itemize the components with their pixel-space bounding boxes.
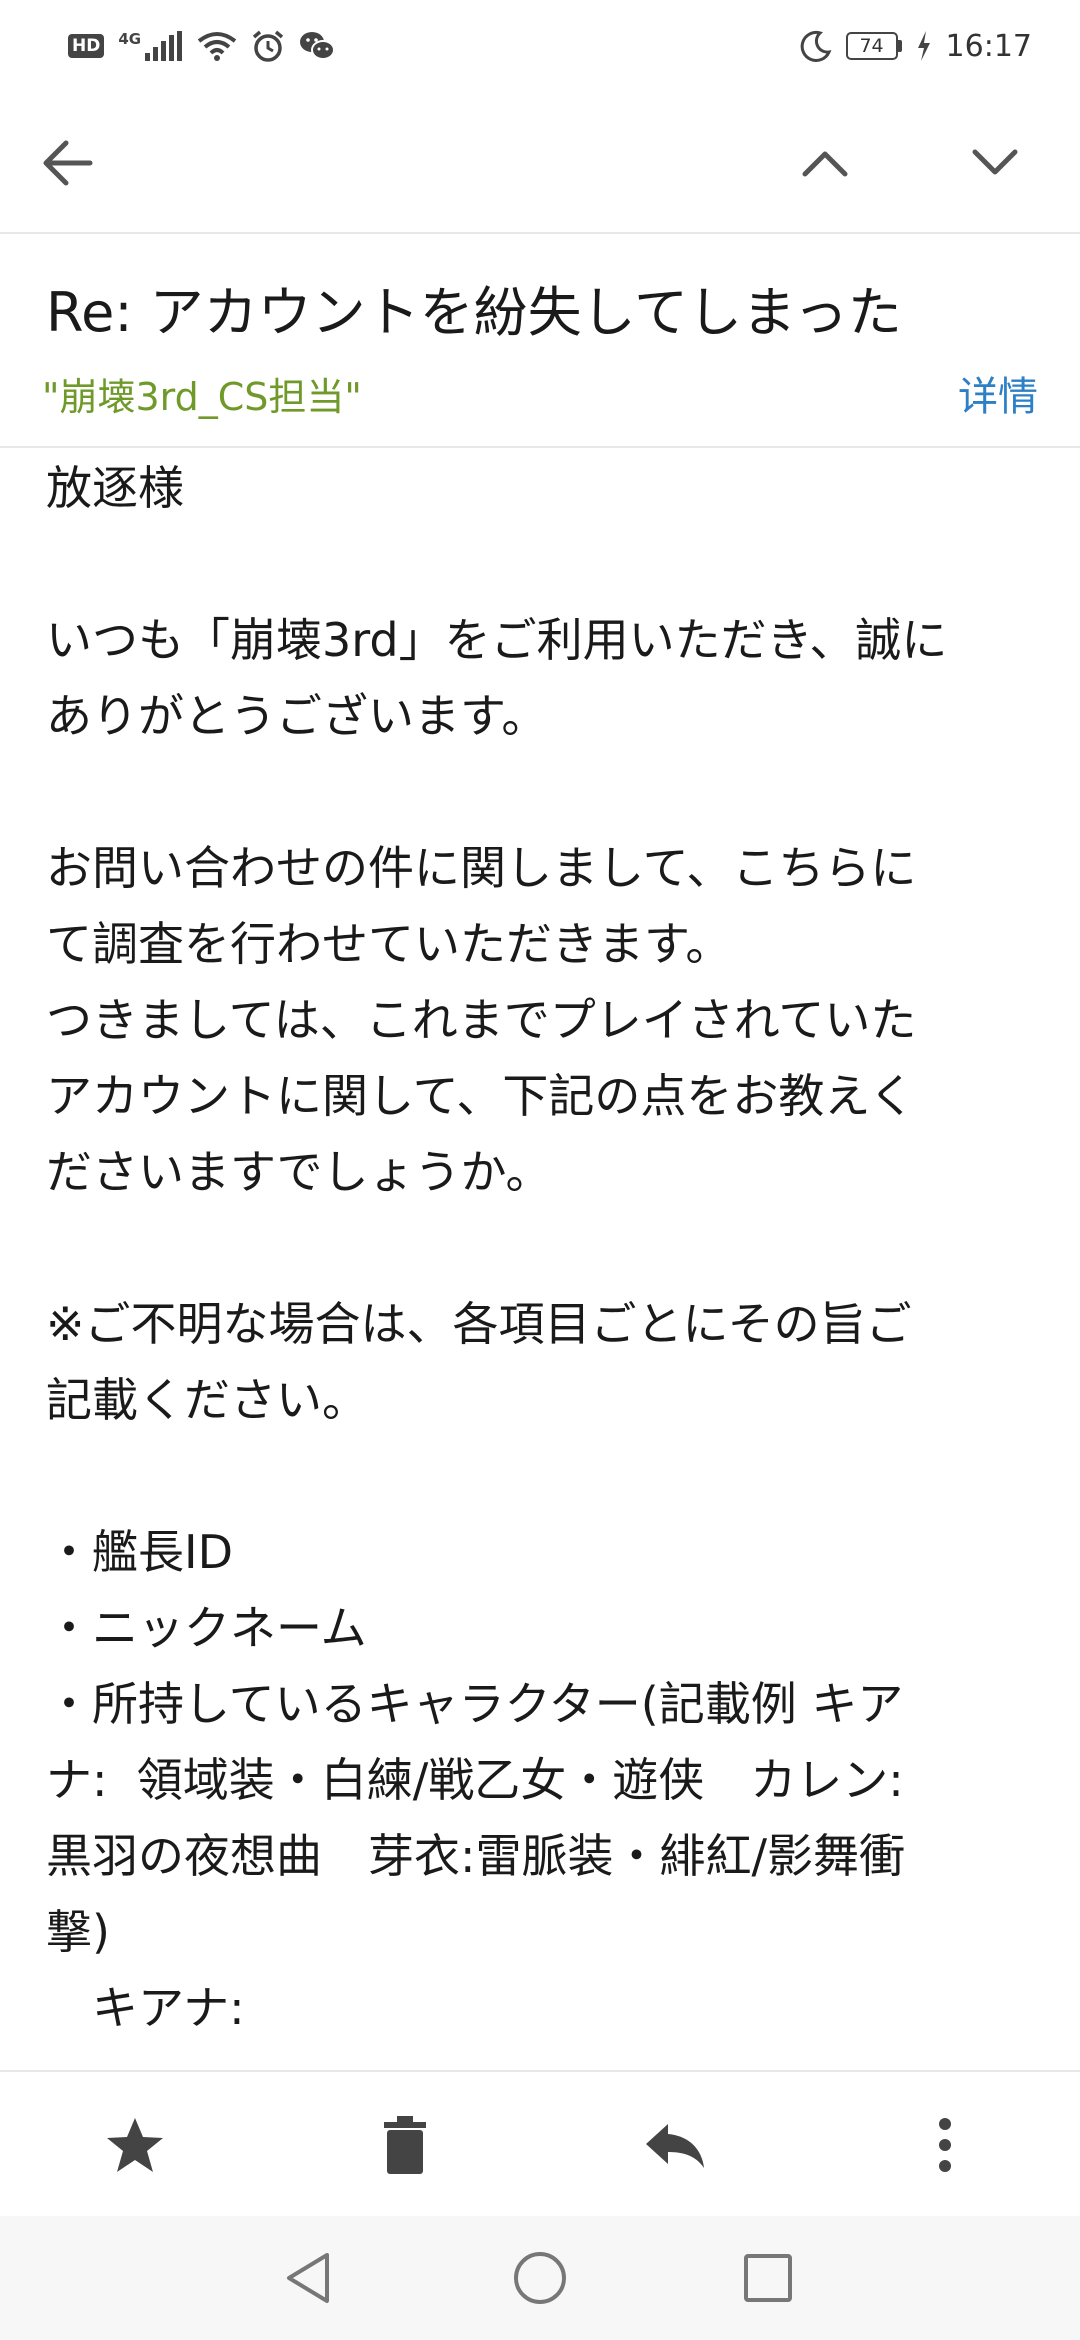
body-line: お問い合わせの件に関しまして、こちらに	[46, 841, 917, 895]
battery-icon: 74	[845, 32, 902, 60]
mail-header: Re: アカウントを紛失してしまった "崩壊3rd_CS担当" 详情	[0, 234, 1080, 448]
body-line: ※ご不明な場合は、各項目ごとにその旨ご	[46, 1297, 912, 1351]
battery-level: 74	[859, 35, 884, 57]
body-line: ・艦長ID	[46, 1525, 233, 1579]
status-bar: HD 4G 74 16:17	[0, 0, 1080, 92]
body-line: ありがとうございます。	[46, 689, 548, 743]
nav-back-icon[interactable]	[276, 2246, 340, 2310]
body-line: 黒羽の夜想曲 芽衣:雷脈装・緋紅/影舞衝	[46, 1829, 905, 1883]
hd-icon: HD	[68, 34, 105, 58]
wifi-icon	[197, 32, 237, 61]
body-line: ナ: 領域装・白練/戦乙女・遊侠 カレン:	[46, 1753, 904, 1807]
status-right: 74 16:17	[800, 29, 1032, 64]
body-line	[46, 526, 1046, 602]
reply-icon[interactable]	[640, 2110, 710, 2180]
more-vert-icon[interactable]	[910, 2110, 980, 2180]
nav-recents-icon[interactable]	[736, 2246, 800, 2310]
body-line: 放逐様	[46, 461, 184, 515]
body-line: アカウントに関して、下記の点をお教えく	[46, 1069, 915, 1123]
body-line: つきましては、これまでプレイされていた	[46, 993, 917, 1047]
body-line	[46, 754, 1046, 830]
status-time: 16:17	[945, 28, 1032, 64]
body-line: 撃)	[46, 1905, 110, 1959]
toolbar	[0, 92, 1080, 234]
body-line: ・所持しているキャラクター(記載例 キア	[46, 1677, 904, 1731]
body-line: いつも「崩壊3rd」をご利用いただき、誠に	[46, 613, 948, 667]
charging-icon	[917, 31, 930, 61]
star-icon[interactable]	[100, 2110, 170, 2180]
alarm-icon	[252, 30, 284, 62]
back-arrow-icon[interactable]	[32, 128, 102, 198]
body-line: キアナ:	[46, 1981, 245, 2035]
body-line	[46, 1438, 1046, 1514]
status-left: HD 4G	[68, 29, 336, 63]
moon-icon	[800, 30, 831, 62]
body-line: 記載ください。	[46, 1373, 368, 1427]
network-type: 4G	[118, 30, 142, 48]
nav-home-icon[interactable]	[508, 2246, 572, 2310]
body-line: ださいますでしょうか。	[46, 1145, 552, 1199]
action-bar	[0, 2070, 1080, 2216]
mail-body: 放逐様いつも「崩壊3rd」をご利用いただき、誠に ありがとうございます。お問い合わ…	[46, 450, 1046, 2070]
wechat-icon	[300, 32, 336, 60]
details-link[interactable]: 详情	[958, 364, 1038, 422]
trash-icon[interactable]	[370, 2110, 440, 2180]
body-line: て調査を行わせていただきます。	[46, 917, 732, 971]
mail-subject: Re: アカウントを紛失してしまった	[46, 281, 902, 344]
mail-sender[interactable]: "崩壊3rd_CS担当"	[42, 366, 362, 421]
chevron-down-icon[interactable]	[960, 128, 1030, 198]
nav-bar	[0, 2216, 1080, 2340]
body-line	[46, 1210, 1046, 1286]
signal-icon	[145, 31, 183, 61]
body-line: ・ニックネーム	[46, 1601, 367, 1655]
email-screen: HD 4G 74 16:17 Re: アカウントを紛失してしまった "崩壊3rd…	[0, 0, 1080, 2340]
chevron-up-icon[interactable]	[790, 128, 860, 198]
